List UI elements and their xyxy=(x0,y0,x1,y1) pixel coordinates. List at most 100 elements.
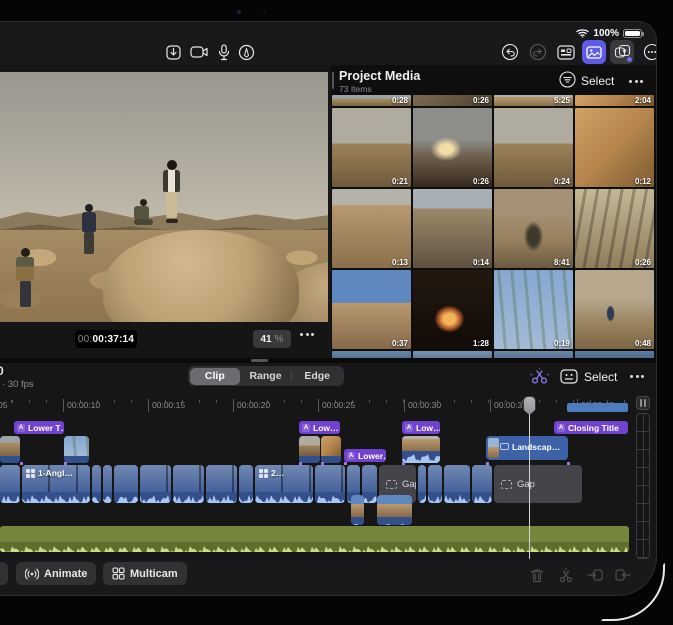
media-item[interactable]: 0:14 xyxy=(413,189,492,268)
record-video-button[interactable] xyxy=(187,40,211,64)
clip-base xyxy=(64,456,89,463)
viewer-more-button[interactable] xyxy=(300,333,314,336)
video-clip[interactable] xyxy=(92,465,101,503)
clip-filmstrip xyxy=(347,465,360,492)
media-item[interactable]: 0:12 xyxy=(575,108,654,187)
connected-clip-below[interactable] xyxy=(377,495,412,525)
media-item-duration: 8:41 xyxy=(554,258,570,267)
video-clip[interactable] xyxy=(362,465,377,503)
divider-drag-handle[interactable] xyxy=(251,359,268,362)
video-clip[interactable] xyxy=(239,465,253,503)
export-button[interactable] xyxy=(610,40,634,64)
title-clip-label: Lower T… xyxy=(28,423,64,433)
clip-appearance-button[interactable] xyxy=(558,366,580,386)
connected-clip[interactable] xyxy=(321,436,341,463)
filter-button[interactable] xyxy=(559,71,576,93)
timecode-display[interactable]: 00:00:37:14 xyxy=(75,330,137,348)
edge-partial-button[interactable] xyxy=(0,562,8,585)
gap-clip-icon xyxy=(386,480,397,489)
title-clip[interactable]: ALower T… xyxy=(14,421,64,434)
video-clip[interactable] xyxy=(173,465,204,503)
multicam-badge-icon xyxy=(259,469,268,478)
undo-button[interactable] xyxy=(498,40,522,64)
media-item-duration: 0:28 xyxy=(392,96,408,105)
blade-tool-button[interactable] xyxy=(528,366,550,386)
media-item[interactable]: 0:26 xyxy=(575,189,654,268)
split-clip-button[interactable] xyxy=(557,566,575,584)
scrollbar-handle[interactable] xyxy=(636,396,650,410)
title-clip[interactable]: AClosing Title xyxy=(554,421,628,434)
video-clip[interactable] xyxy=(472,465,492,503)
clip-thumbnail xyxy=(0,436,20,457)
media-item[interactable]: 0:48 xyxy=(575,270,654,349)
clip-filmstrip xyxy=(0,465,20,492)
media-select-button[interactable]: Select xyxy=(581,74,614,88)
project-fps: · 30 fps xyxy=(2,379,34,390)
inspector-button[interactable] xyxy=(554,40,578,64)
title-clip[interactable]: ALow… xyxy=(299,421,340,434)
media-item-duration: 5:25 xyxy=(554,96,570,105)
screen: 100% xyxy=(0,22,656,595)
redo-button[interactable] xyxy=(526,40,550,64)
media-item[interactable]: 0:19 xyxy=(494,270,573,349)
timeline-vertical-scrollbar[interactable] xyxy=(635,396,651,559)
media-browser-button[interactable] xyxy=(582,40,606,64)
playhead[interactable] xyxy=(523,396,537,559)
video-clip[interactable] xyxy=(0,465,20,503)
video-clip[interactable]: 1-Angl… xyxy=(22,465,90,503)
media-item[interactable]: 2:04 xyxy=(575,95,654,106)
waveform xyxy=(472,494,492,503)
video-clip[interactable] xyxy=(418,465,426,503)
segment-clip[interactable]: Clip xyxy=(190,368,241,385)
connected-clip[interactable] xyxy=(402,436,440,463)
media-item[interactable]: 0:28 xyxy=(332,95,411,106)
connected-clip[interactable] xyxy=(64,436,89,463)
clip-waveform xyxy=(92,492,101,503)
segment-edge[interactable]: Edge xyxy=(292,368,343,385)
connected-clip-bar[interactable] xyxy=(567,403,628,412)
media-item-duration: 0:26 xyxy=(473,96,489,105)
media-more-button[interactable] xyxy=(629,80,643,83)
title-clip[interactable]: ALow… xyxy=(402,421,440,434)
timeline-more-button[interactable] xyxy=(630,375,644,378)
more-button[interactable] xyxy=(640,40,656,64)
segment-range[interactable]: Range xyxy=(240,368,291,385)
gap-clip[interactable]: Gap xyxy=(494,465,582,503)
playhead-pin[interactable] xyxy=(523,396,536,415)
media-item[interactable]: 8:41 xyxy=(494,189,573,268)
video-clip[interactable] xyxy=(103,465,112,503)
title-clip[interactable]: ALower… xyxy=(344,449,386,462)
delete-button[interactable] xyxy=(528,566,546,584)
video-clip[interactable] xyxy=(114,465,138,503)
media-item[interactable]: 0:37 xyxy=(332,270,411,349)
video-clip[interactable] xyxy=(206,465,237,503)
waveform xyxy=(351,522,364,525)
viewer-controls: 00:00:37:14 41 % xyxy=(0,325,328,353)
media-item[interactable]: 0:24 xyxy=(494,108,573,187)
media-item[interactable]: 1:28 xyxy=(413,270,492,349)
multicam-button[interactable]: Multicam xyxy=(103,562,187,585)
media-item[interactable]: 5:25 xyxy=(494,95,573,106)
zoom-level-control[interactable]: 41 % xyxy=(253,330,291,348)
clip-label-row: 1-Angl… xyxy=(26,468,73,478)
connected-clip[interactable] xyxy=(0,436,20,463)
connected-clip[interactable] xyxy=(299,436,320,463)
animate-button[interactable]: Animate xyxy=(16,562,96,585)
project-name: 0 xyxy=(0,364,4,378)
ruler-timecode-label: 05 xyxy=(0,399,7,412)
media-item[interactable]: 0:26 xyxy=(413,108,492,187)
video-preview[interactable] xyxy=(0,72,328,322)
video-clip[interactable] xyxy=(444,465,470,503)
draw-button[interactable] xyxy=(234,40,258,64)
video-clip[interactable]: 2… xyxy=(255,465,313,503)
media-item[interactable]: 0:13 xyxy=(332,189,411,268)
video-clip[interactable] xyxy=(140,465,171,503)
record-audio-button[interactable] xyxy=(212,40,236,64)
import-button[interactable] xyxy=(161,40,185,64)
video-clip[interactable] xyxy=(428,465,442,503)
video-clip[interactable] xyxy=(315,465,345,503)
connected-clip-below[interactable] xyxy=(351,495,364,525)
media-item[interactable]: 0:26 xyxy=(413,95,492,106)
media-item[interactable]: 0:21 xyxy=(332,108,411,187)
timeline-select-button[interactable]: Select xyxy=(584,370,617,384)
